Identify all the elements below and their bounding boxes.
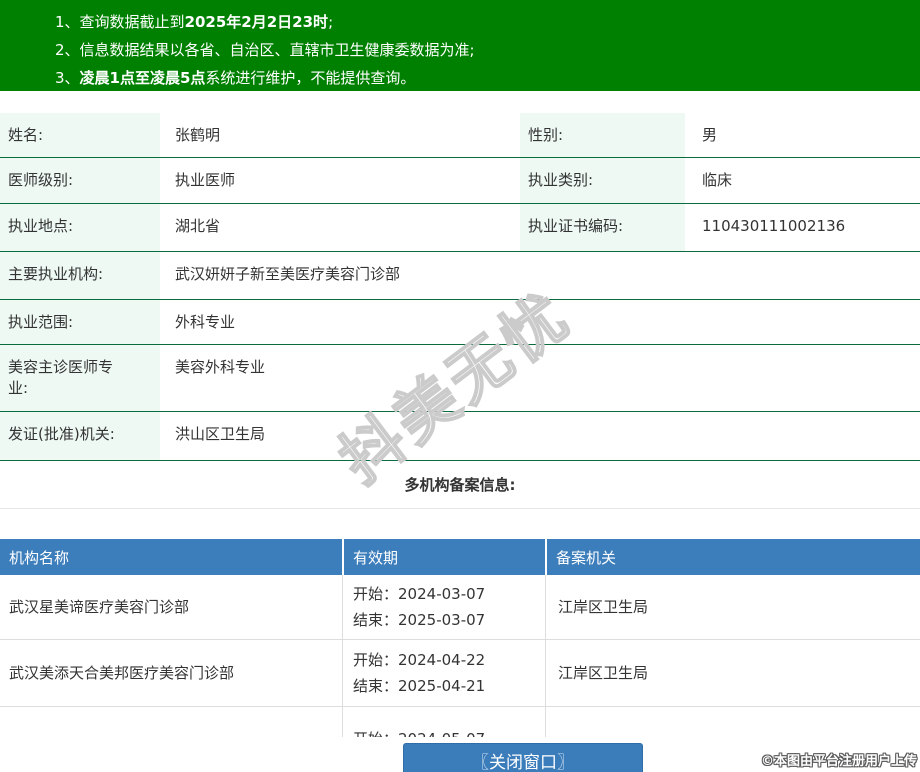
- section-title: 多机构备案信息:: [404, 476, 516, 494]
- validity-start: 开始：2024-03-07: [353, 581, 545, 607]
- copyright-watermark: ©本图由平台注册用户上传: [760, 754, 917, 769]
- profile-row-practice-scope: 执业范围: 外科专业: [0, 300, 920, 345]
- notice-1-post: ;: [328, 13, 334, 31]
- page: 1、查询数据截止到2025年2月2日23时; 2、信息数据结果以各省、自治区、直…: [0, 0, 920, 772]
- profile-row-main-institution: 主要执业机构: 武汉妍妍子新至美医疗美容门诊部: [0, 252, 920, 300]
- end-label: 结束：: [353, 677, 399, 695]
- practice-location-value: 湖北省: [175, 217, 221, 235]
- name-value: 张鹤明: [175, 126, 221, 144]
- notice-banner: 1、查询数据截止到2025年2月2日23时; 2、信息数据结果以各省、自治区、直…: [0, 0, 920, 91]
- start-label: 开始：: [353, 651, 399, 669]
- header-org-name: 机构名称: [9, 548, 70, 567]
- notice-1-pre: 查询数据截止到: [79, 13, 185, 31]
- main-institution-label: 主要执业机构:: [0, 252, 160, 299]
- cosmetic-specialty-label: 美容主诊医师专业:: [0, 345, 160, 411]
- filing-validity: 开始：2024-04-22 结束：2025-04-21: [342, 640, 545, 706]
- notice-line-1: 1、查询数据截止到2025年2月2日23时;: [55, 8, 910, 36]
- gender-value: 男: [702, 126, 718, 144]
- main-institution-value: 武汉妍妍子新至美医疗美容门诊部: [175, 265, 401, 283]
- name-label: 姓名:: [0, 113, 160, 157]
- notice-1-num: 1、: [55, 13, 80, 31]
- practitioner-profile-table: 姓名: 张鹤明 性别: 男 医师级别: 执业医师 执业类别: 临床 执业地点: …: [0, 113, 920, 461]
- notice-2-num: 2、: [55, 41, 80, 59]
- certificate-number-label: 执业证书编码:: [520, 204, 685, 251]
- doctor-level-value: 执业医师: [175, 171, 236, 189]
- filing-table-header: 机构名称 有效期 备案机关: [0, 539, 920, 575]
- filing-authority: 江岸区卫生局: [545, 640, 920, 706]
- profile-row-level-category: 医师级别: 执业医师 执业类别: 临床: [0, 158, 920, 204]
- notice-3-num: 3、: [55, 69, 80, 87]
- filing-org-name: 武汉美添天合美邦医疗美容门诊部: [9, 664, 235, 682]
- notice-line-2: 2、信息数据结果以各省、自治区、直辖市卫生健康委数据为准;: [55, 36, 910, 64]
- start-label: 开始：: [353, 585, 399, 603]
- notice-line-3: 3、凌晨1点至凌晨5点系统进行维护，不能提供查询。: [55, 64, 910, 92]
- practice-location-label: 执业地点:: [0, 204, 160, 251]
- practice-scope-value: 外科专业: [175, 313, 236, 331]
- end-date: 2025-03-07: [398, 611, 486, 629]
- validity-start: 开始：2024-04-22: [353, 647, 545, 673]
- practice-category-value: 临床: [702, 171, 733, 189]
- filing-row-1: 武汉星美谛医疗美容门诊部 开始：2024-03-07 结束：2025-03-07…: [0, 575, 920, 640]
- issuing-authority-value: 洪山区卫生局: [175, 425, 266, 443]
- profile-row-name-gender: 姓名: 张鹤明 性别: 男: [0, 113, 920, 158]
- end-date: 2025-04-21: [398, 677, 486, 695]
- profile-row-cosmetic-specialty: 美容主诊医师专业: 美容外科专业: [0, 345, 920, 412]
- practice-scope-label: 执业范围:: [0, 300, 160, 344]
- start-date: 2024-04-22: [398, 651, 486, 669]
- issuing-authority-label: 发证(批准)机关:: [0, 412, 160, 460]
- filing-org-name: 武汉星美谛医疗美容门诊部: [9, 598, 190, 616]
- filing-row-2: 武汉美添天合美邦医疗美容门诊部 开始：2024-04-22 结束：2025-04…: [0, 640, 920, 707]
- cosmetic-specialty-value: 美容外科专业: [175, 358, 266, 376]
- end-label: 结束：: [353, 611, 399, 629]
- footer: 〖关闭窗口〗 ©本图由平台注册用户上传: [0, 737, 920, 772]
- doctor-level-label: 医师级别:: [0, 158, 160, 203]
- certificate-number-value: 110430111002136: [702, 217, 846, 235]
- notice-1-bold: 2025年2月2日23时: [184, 13, 329, 31]
- filing-validity: 开始：2024-03-07 结束：2025-03-07: [342, 575, 545, 639]
- practice-category-label: 执业类别:: [520, 158, 685, 203]
- notice-3-post: 系统进行维护，不能提供查询。: [205, 69, 416, 87]
- close-window-button[interactable]: 〖关闭窗口〗: [403, 743, 643, 772]
- start-date: 2024-03-07: [398, 585, 486, 603]
- profile-row-issuing-authority: 发证(批准)机关: 洪山区卫生局: [0, 412, 920, 461]
- notice-3-bold: 凌晨1点至凌晨5点: [79, 69, 206, 87]
- header-filing-authority: 备案机关: [545, 539, 920, 575]
- profile-row-location-certno: 执业地点: 湖北省 执业证书编码: 110430111002136: [0, 204, 920, 252]
- gender-label: 性别:: [520, 113, 685, 157]
- multi-institution-section-row: 多机构备案信息:: [0, 461, 920, 509]
- validity-end: 结束：2025-04-21: [353, 673, 545, 699]
- filing-authority: 江岸区卫生局: [545, 575, 920, 639]
- validity-end: 结束：2025-03-07: [353, 607, 545, 633]
- header-validity-period: 有效期: [342, 539, 545, 575]
- notice-2-pre: 信息数据结果以各省、自治区、直辖市卫生健康委数据为准;: [79, 41, 475, 59]
